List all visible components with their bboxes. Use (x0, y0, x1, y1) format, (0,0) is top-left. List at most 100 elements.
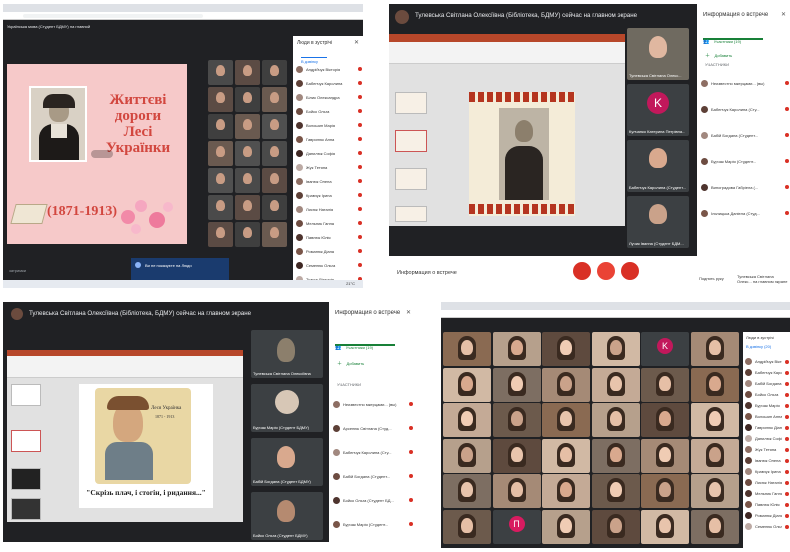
participants-tab[interactable]: 👥 Участники (19) (703, 30, 763, 45)
participant-row[interactable]: Кравчук Ірина (745, 466, 789, 477)
video-tile[interactable] (591, 403, 640, 437)
video-tile[interactable] (591, 367, 640, 402)
participant-row[interactable]: Ільницька Даніела (Студ... (701, 200, 789, 226)
video-tile[interactable] (492, 474, 541, 508)
camera-off-button[interactable] (621, 262, 639, 280)
participant-row[interactable]: Бойко Ольга (296, 104, 362, 118)
video-tile[interactable] (235, 168, 260, 193)
participant-row[interactable]: Жук Тетяна (745, 444, 789, 455)
participant-row[interactable]: Бабенчук Каролина (Сту... (701, 96, 789, 122)
participant-row[interactable]: Бабенчук Каролина (745, 367, 789, 378)
video-tile[interactable]: Бабенчук Каролина (Студент... (627, 140, 689, 192)
participant-row[interactable]: Бурчак Марія (Студент... (701, 148, 789, 174)
video-tile[interactable] (235, 141, 260, 166)
address-bar[interactable] (3, 12, 363, 20)
video-tile[interactable] (262, 195, 287, 220)
participant-row[interactable]: Бабій Богдана (745, 378, 789, 389)
participant-row[interactable]: Бойко Ольга (Студент БД... (333, 488, 413, 512)
participant-row[interactable]: Лисюк Наталія (296, 202, 362, 216)
video-tile[interactable] (235, 222, 260, 247)
participant-row[interactable]: Волошин Анна (745, 411, 789, 422)
participants-tab[interactable]: 👥 Участники (19) (335, 336, 395, 351)
video-tile[interactable]: K (641, 332, 689, 366)
participant-row[interactable]: Кравчук Ірина (296, 188, 362, 202)
participant-row[interactable]: Волошин Марія (296, 118, 362, 132)
video-tile[interactable] (262, 141, 287, 166)
video-tile[interactable] (208, 141, 233, 166)
raise-hand-button[interactable]: Поднять руку (699, 276, 724, 281)
video-tile[interactable]: K Кулчанко Катерина Петрівна... (627, 84, 689, 136)
video-tile[interactable] (542, 332, 590, 366)
video-tile[interactable] (235, 114, 260, 139)
participant-row[interactable]: Арсенюк Світлана (Студ... (333, 416, 413, 440)
notification-toast[interactable]: Ви не показуєте на Люди (131, 258, 229, 282)
video-tile[interactable] (542, 403, 590, 437)
participant-row[interactable]: Павлюк Юлія (296, 230, 362, 244)
video-tile[interactable] (591, 474, 640, 508)
video-tile[interactable] (690, 474, 739, 508)
participant-row[interactable]: Данилюк Софія (745, 433, 789, 444)
video-tile[interactable] (641, 438, 689, 473)
hang-up-button[interactable] (597, 262, 615, 280)
video-tile[interactable]: Бурчак Марія (Студент БДМУ) (251, 384, 323, 432)
video-tile[interactable] (208, 87, 233, 112)
video-tile[interactable] (641, 474, 689, 508)
slide-thumbnail[interactable] (11, 468, 41, 490)
video-tile[interactable] (641, 509, 689, 544)
address-bar[interactable] (441, 310, 790, 318)
video-tile[interactable] (208, 168, 233, 193)
participant-row[interactable]: Неизвестно мкерцами... (вы) (701, 70, 789, 96)
video-tile[interactable]: Лучик Іванна (Студент БДМ... (627, 196, 689, 248)
video-tile[interactable]: Тулевська Світлана Олексіївна (251, 330, 323, 378)
video-tile[interactable] (690, 438, 739, 473)
participant-row[interactable]: Бабенчук Каролина (Сту... (333, 440, 413, 464)
participant-row[interactable]: Неизвестно мкерцами... (вы) (333, 392, 413, 416)
video-tile[interactable]: Тулевська Світлана Олекс... (627, 28, 689, 80)
video-tile[interactable] (262, 60, 287, 85)
video-tile[interactable] (591, 332, 640, 366)
in-call-tab[interactable]: В дзвінку (301, 50, 327, 64)
close-icon[interactable]: ✕ (406, 309, 411, 316)
slide-thumbnail[interactable] (395, 168, 427, 190)
video-tile[interactable] (641, 367, 689, 402)
participant-row[interactable]: Андрійчук Вікторія (296, 62, 362, 76)
video-tile[interactable] (492, 403, 541, 437)
participant-row[interactable]: Романюк Діана (745, 510, 789, 521)
video-tile[interactable] (262, 114, 287, 139)
video-tile[interactable] (443, 438, 491, 473)
participant-row[interactable]: Лисюк Наталія (745, 477, 789, 488)
add-people-button[interactable]: ＋ Добавить (705, 44, 732, 62)
slide-thumbnail[interactable] (395, 92, 427, 114)
video-tile[interactable] (443, 332, 491, 366)
video-tile[interactable] (492, 367, 541, 402)
video-tile[interactable] (235, 87, 260, 112)
participant-row[interactable]: Мельник Ганна (296, 216, 362, 230)
video-tile[interactable] (492, 332, 541, 366)
participant-row[interactable]: Білик Олександра (296, 90, 362, 104)
video-tile[interactable] (591, 438, 640, 473)
slide-thumbnail[interactable] (395, 206, 427, 222)
participant-row[interactable]: Семенюк Ольга (296, 258, 362, 272)
in-call-tab[interactable]: В дзвінку (20) (746, 344, 771, 349)
video-tile[interactable] (235, 60, 260, 85)
participant-row[interactable]: Іванюк Олена (745, 455, 789, 466)
close-icon[interactable]: ✕ (781, 11, 786, 18)
participant-row[interactable]: Романюк Діана (296, 244, 362, 258)
video-tile[interactable] (208, 195, 233, 220)
participant-row[interactable]: Бабій Богдана (Студент... (333, 464, 413, 488)
slide-nav-button[interactable] (91, 150, 113, 158)
video-tile[interactable] (591, 509, 640, 544)
slide-thumbnail[interactable] (11, 384, 41, 406)
participant-row[interactable]: Бабенчук Каролина (296, 76, 362, 90)
participant-row[interactable]: Бурчак Марія (Студент... (333, 512, 413, 536)
video-tile[interactable] (690, 403, 739, 437)
participant-row[interactable]: Мельник Ганна (745, 488, 789, 499)
mic-off-button[interactable] (573, 262, 591, 280)
video-tile[interactable] (443, 474, 491, 508)
video-tile[interactable] (542, 509, 590, 544)
participant-row[interactable]: Гаврилюк Діана (745, 422, 789, 433)
video-tile[interactable] (208, 114, 233, 139)
video-tile[interactable] (492, 438, 541, 473)
participant-row[interactable]: Бурчак Марія (745, 400, 789, 411)
participant-row[interactable]: Павлюк Юлія (745, 499, 789, 510)
